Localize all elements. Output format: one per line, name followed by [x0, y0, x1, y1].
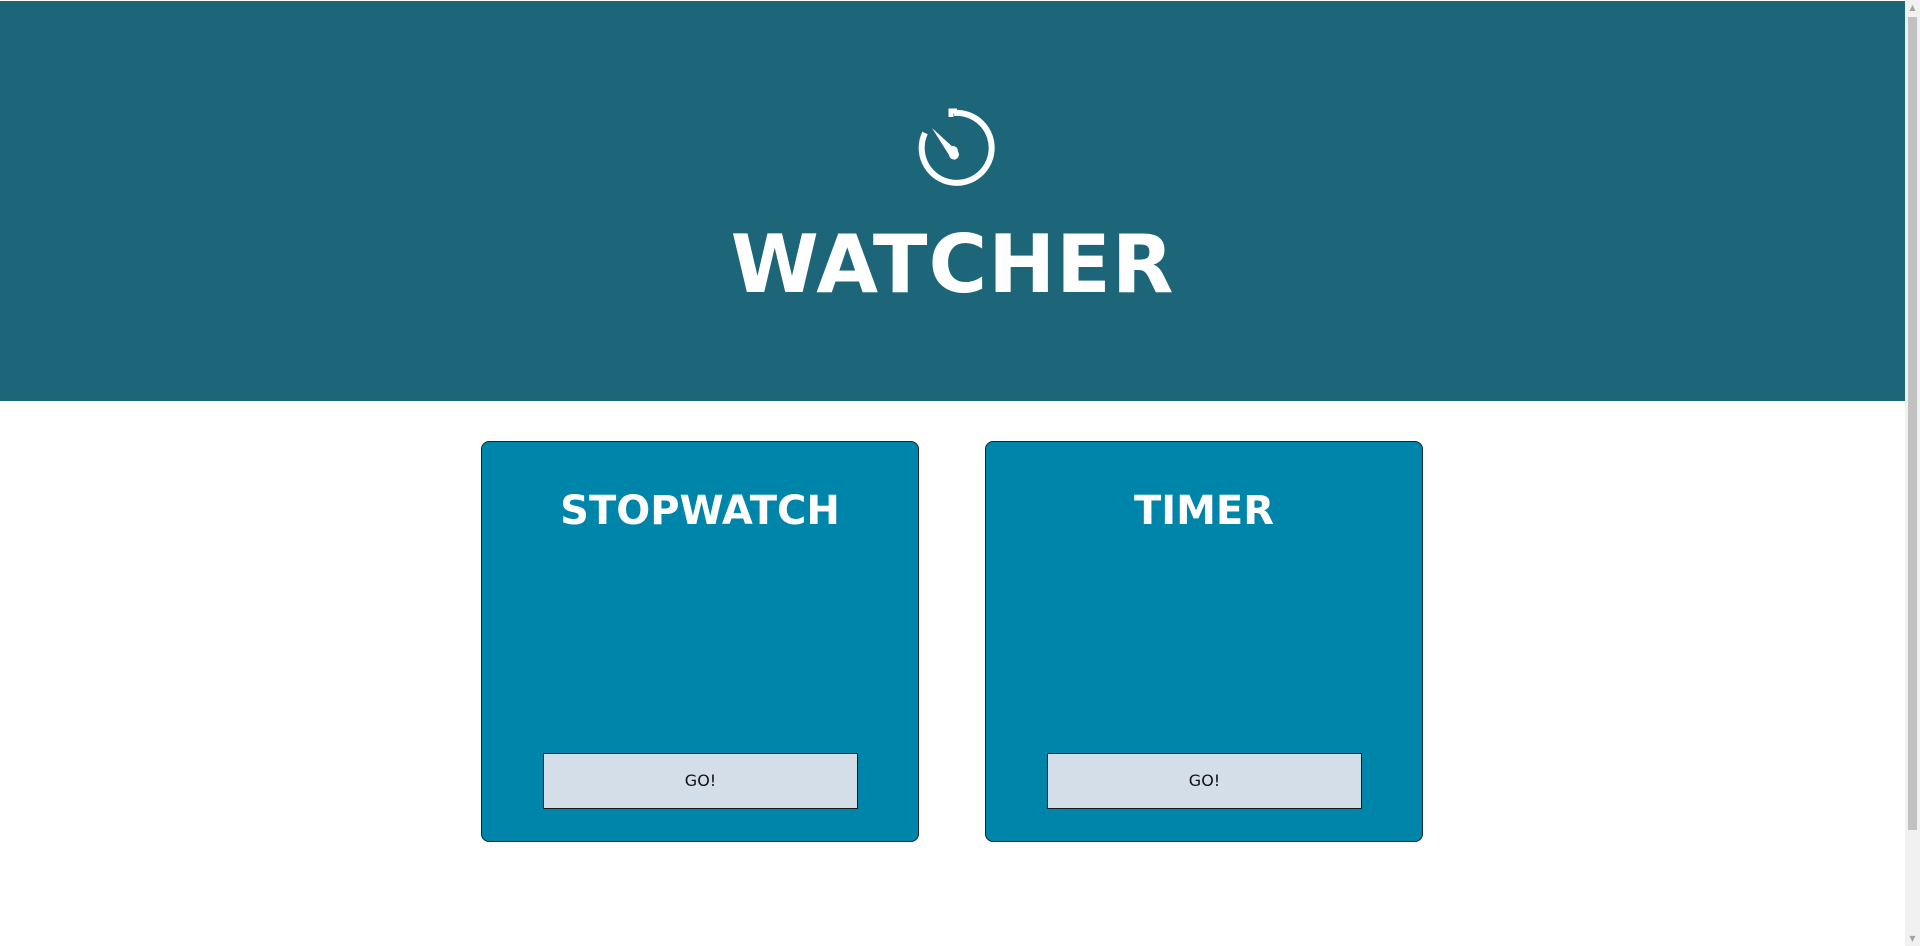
stopwatch-card-title: STOPWATCH	[560, 488, 840, 534]
page: WATCHER STOPWATCH GO! TIMER GO!	[0, 0, 1905, 946]
stopwatch-card: STOPWATCH GO!	[481, 441, 919, 842]
scroll-up-arrow-icon[interactable]: ▲	[1905, 0, 1920, 15]
timer-card: TIMER GO!	[985, 441, 1423, 842]
stopwatch-icon	[918, 108, 995, 186]
timer-go-button[interactable]: GO!	[1047, 753, 1362, 809]
scrollbar-thumb[interactable]	[1908, 17, 1917, 830]
hero-banner: WATCHER	[0, 1, 1905, 401]
vertical-scrollbar[interactable]: ▲ ▼	[1905, 0, 1920, 946]
app-title: WATCHER	[730, 218, 1175, 311]
scroll-down-arrow-icon[interactable]: ▼	[1905, 931, 1920, 946]
timer-card-title: TIMER	[1133, 488, 1275, 534]
stopwatch-go-button[interactable]: GO!	[543, 753, 858, 809]
